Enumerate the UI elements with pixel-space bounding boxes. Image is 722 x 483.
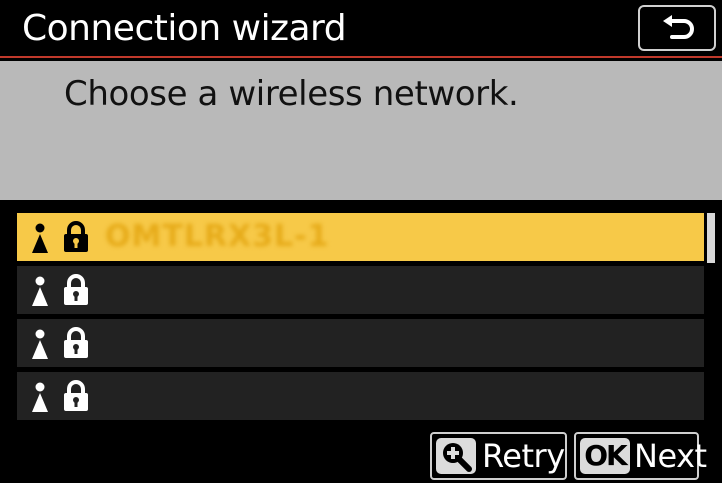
network-row[interactable] xyxy=(17,372,704,420)
lock-icon xyxy=(64,221,88,252)
person-icon xyxy=(32,382,48,412)
row-icons xyxy=(17,372,97,420)
network-ssid: OMTLRX3L-1 xyxy=(105,219,330,254)
network-row[interactable] xyxy=(17,319,704,367)
zoom-badge xyxy=(436,438,476,474)
header: Connection wizard xyxy=(0,0,722,58)
prompt-text: Choose a wireless network. xyxy=(64,74,519,114)
back-button[interactable] xyxy=(638,5,716,51)
person-icon xyxy=(32,276,48,306)
row-icons xyxy=(17,266,97,314)
scrollbar-thumb[interactable] xyxy=(707,213,715,263)
person-icon xyxy=(32,329,48,359)
row-body: OMTLRX3L-1 xyxy=(99,213,704,261)
network-row[interactable]: OMTLRX3L-1 xyxy=(17,213,704,261)
ok-badge: OK xyxy=(580,438,630,474)
back-arrow-icon xyxy=(663,15,694,39)
list-scrollbar[interactable] xyxy=(707,213,715,421)
network-row[interactable] xyxy=(17,266,704,314)
row-body xyxy=(99,266,704,314)
row-body xyxy=(99,319,704,367)
row-icons xyxy=(17,213,97,261)
next-button[interactable]: OK Next xyxy=(574,432,707,480)
next-label: Next xyxy=(634,437,707,475)
lock-icon xyxy=(64,327,88,358)
lock-icon xyxy=(64,274,88,305)
retry-button[interactable]: Retry xyxy=(430,432,567,480)
page-title: Connection wizard xyxy=(22,8,347,49)
row-body xyxy=(99,372,704,420)
camera-screen: Connection wizard Choose a wireless netw… xyxy=(0,0,722,483)
zoom-in-icon xyxy=(443,443,472,472)
prompt-panel: Choose a wireless network. xyxy=(0,61,722,200)
retry-label: Retry xyxy=(482,437,565,475)
network-list: OMTLRX3L-1 xyxy=(17,213,704,423)
header-divider xyxy=(0,56,722,58)
lock-icon xyxy=(64,380,88,411)
row-icons xyxy=(17,319,97,367)
person-icon xyxy=(32,223,48,253)
